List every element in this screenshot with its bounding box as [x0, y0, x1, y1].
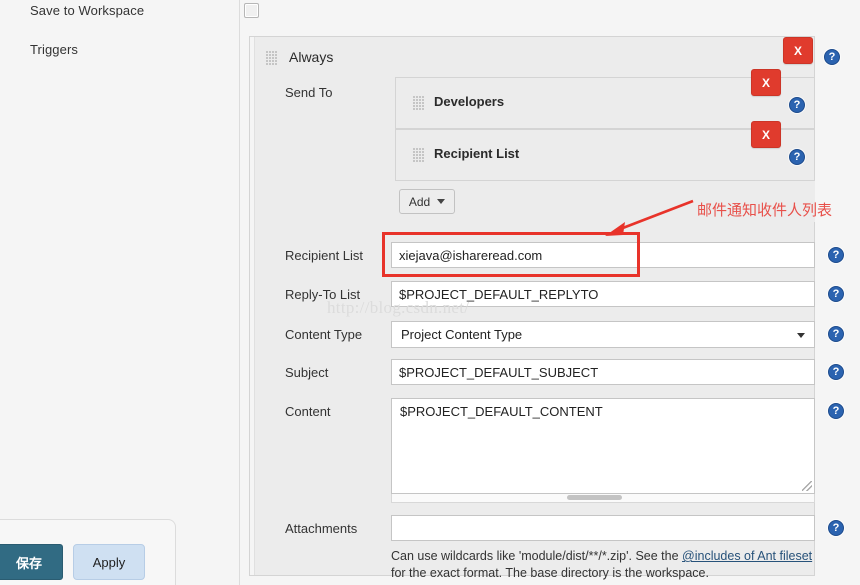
attachments-help-before: Can use wildcards like 'module/dist/**/*… [391, 549, 682, 563]
help-icon[interactable]: ? [789, 97, 805, 113]
recipient-list-input[interactable] [391, 242, 815, 268]
save-button[interactable]: 保存 [0, 544, 63, 580]
content-textarea-value: $PROJECT_DEFAULT_CONTENT [400, 404, 603, 419]
drag-handle-icon[interactable] [413, 148, 424, 162]
help-icon[interactable]: ? [828, 286, 844, 302]
subject-label: Subject [285, 365, 328, 380]
help-icon[interactable]: ? [828, 247, 844, 263]
chevron-down-icon [797, 333, 805, 338]
recipient-name: Recipient List [434, 146, 519, 161]
delete-recipient-button[interactable]: X [751, 69, 781, 96]
recipient-name: Developers [434, 94, 504, 109]
chevron-down-icon [437, 199, 445, 204]
add-button-label: Add [409, 195, 430, 209]
content-horizontal-scrollbar[interactable] [391, 494, 815, 503]
send-to-label: Send To [285, 85, 332, 100]
apply-button[interactable]: Apply [73, 544, 145, 580]
save-apply-bar: 保存 Apply [0, 519, 176, 585]
annotation-label: 邮件通知收件人列表 [697, 199, 832, 220]
help-icon[interactable]: ? [828, 364, 844, 380]
always-block-title: Always [289, 49, 333, 65]
delete-recipient-button[interactable]: X [751, 121, 781, 148]
resize-handle-icon[interactable] [802, 481, 812, 491]
attachments-label: Attachments [285, 521, 357, 536]
jenkins-email-ext-config-screen: Save to Workspace Triggers Always X ? Se… [0, 0, 860, 585]
subject-input[interactable] [391, 359, 815, 385]
left-config-column: Save to Workspace Triggers [0, 0, 240, 585]
annotation-arrow-icon [595, 193, 700, 243]
content-type-label: Content Type [285, 327, 362, 342]
help-icon[interactable]: ? [828, 326, 844, 342]
drag-handle-icon[interactable] [266, 51, 277, 65]
ant-fileset-link[interactable]: @includes of Ant fileset [682, 549, 812, 563]
watermark-text: http://blog.csdn.net/ [327, 298, 469, 318]
attachments-input[interactable] [391, 515, 815, 541]
recipient-list-label: Recipient List [285, 248, 363, 263]
help-icon[interactable]: ? [824, 49, 840, 65]
save-to-workspace-label: Save to Workspace [30, 3, 144, 18]
content-type-selected-value: Project Content Type [401, 327, 522, 342]
attachments-help-after: for the exact format. The base directory… [391, 566, 709, 580]
scrollbar-thumb[interactable] [567, 495, 622, 500]
content-type-select[interactable]: Project Content Type [391, 321, 815, 348]
column-divider [239, 0, 240, 585]
delete-always-block-button[interactable]: X [783, 37, 813, 64]
help-icon[interactable]: ? [789, 149, 805, 165]
add-recipient-button[interactable]: Add [399, 189, 455, 214]
attachments-help-text: Can use wildcards like 'module/dist/**/*… [391, 548, 821, 582]
save-to-workspace-checkbox[interactable] [244, 3, 259, 18]
help-icon[interactable]: ? [828, 520, 844, 536]
drag-handle-icon[interactable] [413, 96, 424, 110]
triggers-label: Triggers [30, 42, 78, 57]
help-icon[interactable]: ? [828, 403, 844, 419]
content-textarea[interactable]: $PROJECT_DEFAULT_CONTENT [391, 398, 815, 494]
list-item[interactable]: Recipient List X ? [395, 129, 815, 181]
content-label: Content [285, 404, 331, 419]
